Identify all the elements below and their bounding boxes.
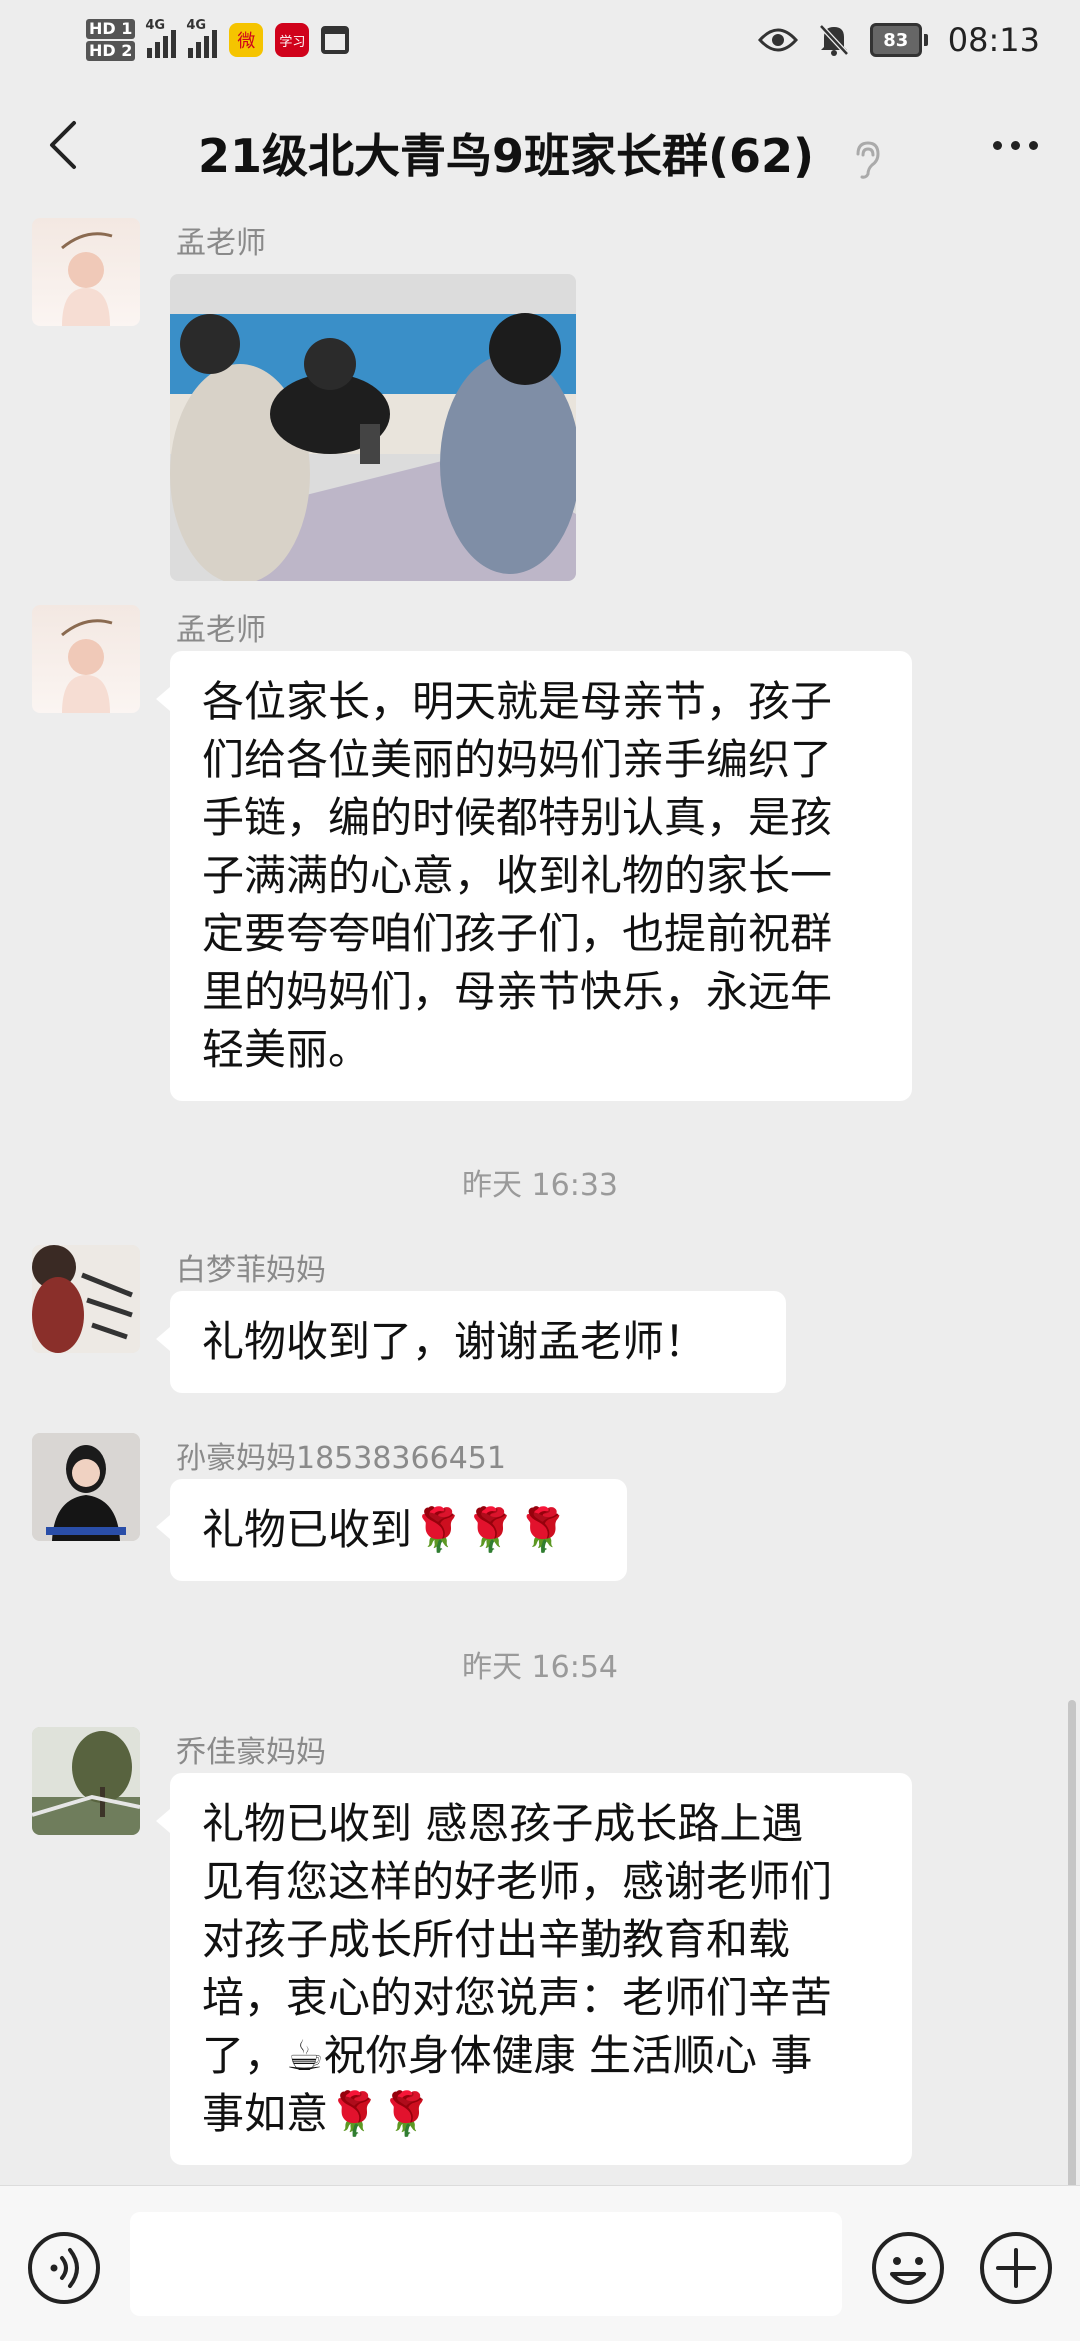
input-bar [0,2185,1080,2341]
message-bubble[interactable]: 礼物收到了，谢谢孟老师！ [156,1291,786,1393]
ear-icon [856,140,880,179]
time-separator: 昨天 16:54 [462,1650,618,1685]
chat-title-wrap: 21级北大青鸟9班家长群(62) [140,120,940,186]
sender-name: 乔佳豪妈妈 [176,1735,326,1770]
more-functions-button[interactable] [978,2230,1054,2306]
sender-name: 孙豪妈妈18538366451 [176,1441,506,1476]
message-bubble[interactable]: 礼物已收到 感恩孩子成长路上遇 见有您这样的好老师，感谢老师们 对孩子成长所付出… [156,1773,912,2165]
avatar[interactable] [32,605,140,713]
message-text-line: 定要夸夸咱们孩子们，也提前祝群 [202,909,833,958]
eye-icon [757,28,798,52]
plus-icon [980,2232,1052,2304]
chat-header: 21级北大青鸟9班家长群(62) [0,80,1080,210]
time-separator: 昨天 16:33 [462,1168,618,1203]
avatar[interactable] [32,1433,140,1541]
message-text-line: 各位家长，明天就是母亲节，孩子 [202,677,833,726]
message-text-line: 培，衷心的对您说声：老师们辛苦 [202,1973,833,2022]
chevron-left-icon [50,121,76,169]
message-text: 礼物收到了，谢谢孟老师！ [202,1317,707,1366]
avatar[interactable] [32,1245,140,1353]
message-text-line: 对孩子成长所付出辛勤教育和载 [202,1915,791,1964]
chat-title: 21级北大青鸟9班家长群(62) [197,129,815,183]
message-bubble[interactable]: 礼物已收到🌹🌹🌹 [156,1479,627,1581]
emoji-button[interactable] [870,2230,946,2306]
message-text-line: 里的妈妈们，母亲节快乐，永远年 [202,967,833,1016]
chat-area[interactable]: 孟老师 孟老师 各位家长，明天就是母亲节，孩子 们给各位美丽的妈妈们亲手编织了 … [0,210,1080,2185]
sender-name: 孟老师 [176,226,266,261]
voice-button[interactable] [26,2230,102,2306]
sender-name: 白梦菲妈妈 [176,1253,326,1288]
sig1-label: 4G [145,18,166,33]
weibo-label: 微 [237,31,256,52]
scrollbar-thumb[interactable] [1068,1700,1076,2185]
more-dot-icon [1028,140,1038,150]
xuexi-label: 学习 [279,34,306,50]
emoji-icon [872,2232,944,2304]
status-bar: HD 1 HD 2 4G 4G 微 学习 83 08:13 [0,0,1080,80]
message-text-line: 轻美丽。 [202,1025,371,1074]
message-text-line: 事如意🌹🌹 [202,2089,433,2138]
message-text-line: 了，☕祝你身体健康 生活顺心 事 [202,2031,813,2080]
avatar[interactable] [32,1727,140,1835]
voice-icon [28,2232,100,2304]
message-text-line: 礼物已收到 感恩孩子成长路上遇 [202,1799,804,1848]
message-photo[interactable] [170,274,576,581]
message-input[interactable] [130,2212,842,2316]
xuexi-icon: 学习 [275,23,310,57]
battery-level: 83 [883,29,909,51]
back-button[interactable] [28,110,98,180]
more-dot-icon [1010,140,1020,150]
signal-icon: 4G [145,18,177,58]
more-dot-icon [992,140,1002,150]
sender-name: 孟老师 [176,613,266,648]
message-text-line: 子满满的心意，收到礼物的家长一 [202,851,833,900]
message-text-line: 手链，编的时候都特别认真，是孩 [202,793,833,842]
weibo-icon: 微 [229,23,264,57]
battery-icon: 83 [869,23,928,57]
hd-indicator: HD 1 HD 2 [86,18,136,62]
avatar[interactable] [32,218,140,326]
signal-icon-2: 4G [186,18,218,58]
mute-bell-icon [818,24,849,56]
message-text: 礼物已收到🌹🌹🌹 [202,1505,569,1554]
calendar-icon [321,26,350,54]
message-bubble[interactable]: 各位家长，明天就是母亲节，孩子 们给各位美丽的妈妈们亲手编织了 手链，编的时候都… [156,651,912,1101]
message-text-line: 见有您这样的好老师，感谢老师们 [202,1857,833,1906]
sig2-label: 4G [186,18,207,33]
clock: 08:13 [947,21,1040,59]
message-text-line: 们给各位美丽的妈妈们亲手编织了 [202,735,833,784]
hd2-label: HD 2 [86,41,136,61]
more-button[interactable] [980,110,1050,180]
hd1-label: HD 1 [86,19,136,39]
